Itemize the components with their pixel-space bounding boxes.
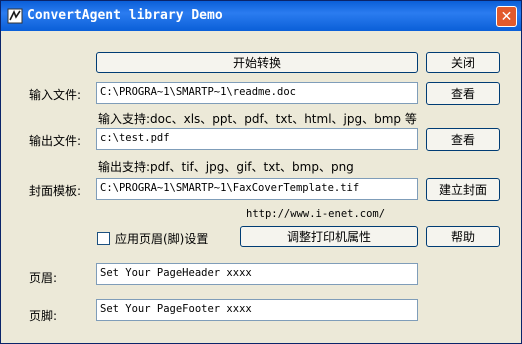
page-header-field[interactable]: Set Your PageHeader xxxx	[96, 263, 418, 285]
app-window: ConvertAgent library Demo ✕ 开始转换 关闭 输入文件…	[0, 0, 522, 344]
window-title: ConvertAgent library Demo	[27, 8, 223, 23]
create-cover-button[interactable]: 建立封面	[426, 178, 500, 201]
page-footer-label: 页脚:	[29, 309, 58, 323]
output-file-field[interactable]: c:\test.pdf	[96, 128, 418, 150]
website-url: http://www.i-enet.com/	[246, 208, 386, 220]
cover-template-label: 封面模板:	[29, 184, 82, 198]
page-footer-field[interactable]: Set Your PageFooter xxxx	[96, 299, 418, 321]
input-support-text: 输入支持:doc、xls、ppt、pdf、txt、html、jpg、bmp 等	[98, 112, 417, 126]
browse-output-button[interactable]: 查看	[426, 128, 500, 151]
close-button[interactable]: 关闭	[426, 52, 500, 73]
output-file-label: 输出文件:	[29, 134, 82, 148]
browse-input-button[interactable]: 查看	[426, 82, 500, 105]
output-support-text: 输出支持:pdf、tif、jpg、gif、txt、bmp、png	[98, 160, 354, 174]
help-button[interactable]: 帮助	[426, 226, 500, 247]
input-file-field[interactable]: C:\PROGRA~1\SMARTP~1\readme.doc	[96, 82, 418, 104]
page-header-label: 页眉:	[29, 271, 58, 285]
header-footer-checkbox[interactable]	[97, 232, 110, 245]
close-icon[interactable]: ✕	[496, 6, 517, 27]
start-convert-button[interactable]: 开始转换	[96, 52, 418, 73]
app-icon	[7, 8, 23, 24]
input-file-label: 输入文件:	[29, 88, 82, 102]
adjust-printer-button[interactable]: 调整打印机属性	[240, 226, 418, 247]
cover-template-field[interactable]: C:\PROGRA~1\SMARTP~1\FaxCoverTemplate.ti…	[96, 178, 418, 200]
title-bar[interactable]: ConvertAgent library Demo ✕	[1, 1, 521, 31]
header-footer-checkbox-label[interactable]: 应用页眉(脚)设置	[115, 230, 208, 247]
